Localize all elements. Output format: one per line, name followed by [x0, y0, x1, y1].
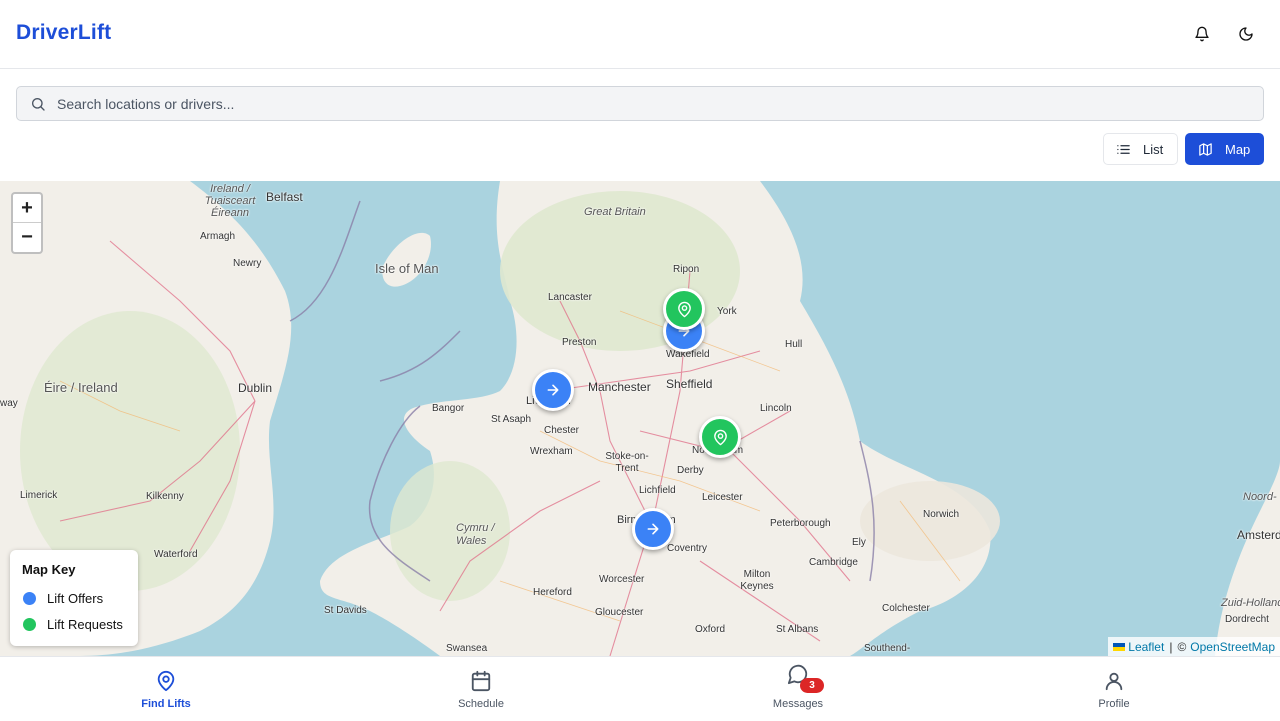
- map-attribution: Leaflet | © OpenStreetMap: [1108, 637, 1280, 656]
- nav-find-lifts-label: Find Lifts: [141, 698, 191, 710]
- attribution-separator: |: [1169, 639, 1173, 654]
- map-label-lancaster: Lancaster: [548, 292, 592, 303]
- map-label-oxford: Oxford: [695, 624, 726, 635]
- map-label-dublin: Dublin: [238, 381, 273, 395]
- copyright-symbol: ©: [1177, 639, 1187, 654]
- map-label-worcester: Worcester: [599, 574, 645, 585]
- moon-icon[interactable]: [1234, 22, 1258, 46]
- search-bar: [16, 86, 1264, 121]
- map-view-button[interactable]: Map: [1185, 133, 1264, 165]
- lift-request-marker[interactable]: [663, 288, 705, 330]
- map-label-waterford: Waterford: [154, 549, 198, 560]
- nav-schedule[interactable]: Schedule: [421, 657, 541, 721]
- map-label-chester: Chester: [544, 425, 580, 436]
- map-label-hull: Hull: [785, 339, 803, 350]
- map-label-zuid-holland: Zuid-Holland: [1221, 597, 1280, 609]
- nav-profile[interactable]: Profile: [1054, 657, 1174, 721]
- ukraine-flag-icon: [1113, 642, 1126, 651]
- map-label-ireland: Ireland / Tuaisceart Éireann: [204, 183, 256, 219]
- map-label-belfast: Belfast: [266, 190, 303, 204]
- map-label-ripon: Ripon: [673, 264, 700, 275]
- list-view-button[interactable]: List: [1103, 133, 1178, 165]
- map-label-st-albans: St Albans: [776, 624, 819, 635]
- zoom-out-button[interactable]: −: [13, 223, 41, 252]
- map-key-offers-label: Lift Offers: [47, 590, 104, 606]
- openstreetmap-link[interactable]: OpenStreetMap: [1190, 640, 1275, 654]
- map-label-lichfield: Lichfield: [639, 485, 676, 496]
- lift-offer-marker[interactable]: [632, 508, 674, 550]
- map-label-milton-keynes: Milton Keynes: [740, 569, 774, 592]
- map-label-wrexham: Wrexham: [530, 446, 573, 457]
- map-label-sheffield: Sheffield: [666, 377, 713, 391]
- map-label-armagh: Armagh: [200, 231, 236, 242]
- map-label-limerick: Limerick: [20, 490, 58, 501]
- map-label-preston: Preston: [562, 337, 597, 348]
- map-pin-icon: [154, 669, 178, 693]
- map-key-requests-label: Lift Requests: [47, 616, 123, 632]
- app-header: DriverLift: [0, 0, 1280, 69]
- offer-dot-icon: [23, 591, 36, 605]
- map-label-noord: Noord-: [1243, 491, 1277, 503]
- nav-messages[interactable]: 3 Messages: [738, 657, 858, 721]
- lift-offer-marker[interactable]: [532, 369, 574, 411]
- message-icon: 3: [786, 662, 824, 693]
- map-label-way: way: [0, 398, 18, 409]
- messages-badge: 3: [800, 678, 824, 693]
- bell-icon[interactable]: [1190, 22, 1214, 46]
- brand-logo[interactable]: DriverLift: [16, 21, 111, 45]
- nav-schedule-label: Schedule: [458, 698, 504, 710]
- map-label-eire: Éire / Ireland: [44, 380, 118, 395]
- map-label-lincoln: Lincoln: [760, 403, 792, 414]
- bottom-nav: Find Lifts Schedule 3 Messages Profile: [0, 656, 1280, 720]
- map-view-label: Map: [1225, 141, 1251, 157]
- map-label-norwich: Norwich: [923, 509, 960, 520]
- map-key-requests: Lift Requests: [22, 611, 126, 637]
- search-input[interactable]: [57, 95, 1263, 112]
- map-label-ely: Ely: [852, 537, 866, 548]
- lift-request-marker[interactable]: [699, 416, 741, 458]
- map-label-cambridge: Cambridge: [809, 557, 858, 568]
- request-dot-icon: [23, 617, 36, 631]
- map-key-title: Map Key: [22, 562, 76, 577]
- map-label-amsterdam: Amsterdam: [1237, 528, 1280, 542]
- map-label-bangor: Bangor: [432, 403, 465, 414]
- nav-profile-label: Profile: [1098, 698, 1130, 710]
- user-icon: [1102, 669, 1126, 693]
- map-canvas[interactable]: Great Britain Ireland / Tuaisceart Éirea…: [0, 181, 1280, 656]
- map-label-cymru: Cymru / Wales: [456, 522, 495, 547]
- map-label-st-asaph: St Asaph: [491, 414, 532, 425]
- leaflet-link[interactable]: Leaflet: [1128, 640, 1164, 654]
- map-label-peterborough: Peterborough: [770, 518, 831, 529]
- map-label-swansea: Swansea: [446, 643, 488, 654]
- map-label-manchester: Manchester: [588, 380, 651, 394]
- list-icon: [1116, 141, 1132, 157]
- map-label-isle-of-man: Isle of Man: [375, 261, 439, 276]
- map-key-offers: Lift Offers: [22, 585, 126, 611]
- map-label-newry: Newry: [233, 258, 262, 269]
- list-view-label: List: [1143, 141, 1164, 157]
- zoom-control: + −: [11, 192, 43, 254]
- map-label-stoke: Stoke-on-Trent: [605, 451, 649, 474]
- nav-messages-label: Messages: [772, 698, 824, 710]
- map-icon: [1198, 141, 1214, 157]
- search-icon: [29, 95, 47, 113]
- map-label-coventry: Coventry: [667, 543, 708, 554]
- map-label-colchester: Colchester: [882, 603, 930, 614]
- zoom-in-button[interactable]: +: [13, 194, 41, 223]
- map-label-hereford: Hereford: [533, 587, 572, 598]
- map-key: Map Key Lift Offers Lift Requests: [10, 550, 138, 646]
- nav-find-lifts[interactable]: Find Lifts: [106, 657, 226, 721]
- map-label-york: York: [717, 306, 737, 317]
- map-label-st-davids: St Davids: [324, 605, 367, 616]
- map-label-kilkenny: Kilkenny: [146, 491, 184, 502]
- map-label-great-britain: Great Britain: [584, 206, 646, 218]
- map-label-gloucester: Gloucester: [595, 607, 644, 618]
- map-label-leicester: Leicester: [702, 492, 743, 503]
- map-label-dordrecht: Dordrecht: [1225, 614, 1269, 625]
- map-label-southend: Southend-: [864, 643, 911, 654]
- calendar-icon: [469, 669, 493, 693]
- map-label-derby: Derby: [677, 465, 704, 476]
